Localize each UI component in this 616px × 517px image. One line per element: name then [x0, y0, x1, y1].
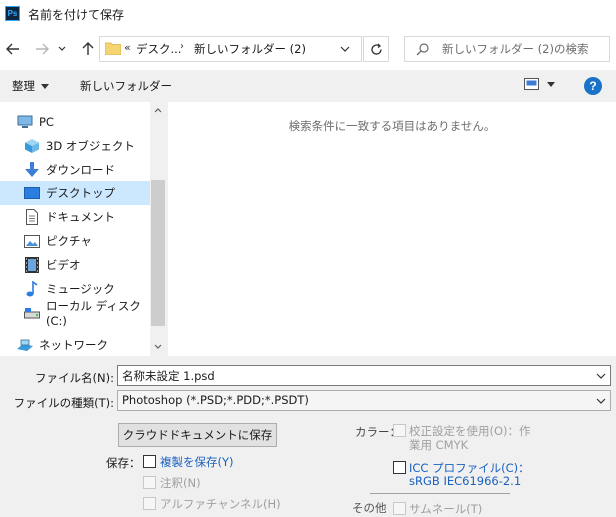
video-icon — [24, 257, 40, 273]
section-divider — [370, 493, 510, 494]
tree-item-label: PC — [39, 115, 54, 129]
proof-setup-checkbox[interactable] — [393, 424, 406, 437]
tree-item-label: ミュージック — [46, 282, 115, 296]
tree-item-label: ビデオ — [46, 258, 81, 272]
recent-locations-button[interactable] — [55, 38, 69, 60]
help-icon[interactable]: ? — [584, 77, 602, 95]
arrow-up-icon — [82, 42, 94, 55]
organize-button[interactable]: 整理 — [12, 78, 49, 94]
tree-item-documents[interactable]: ドキュメント — [0, 205, 150, 229]
pc-icon — [17, 114, 33, 130]
nav-pane-scroll-thumb[interactable] — [151, 180, 165, 326]
window-title: 名前を付けて保存 — [28, 8, 125, 22]
tree-item-pictures[interactable]: ピクチャ — [0, 229, 150, 253]
chevron-down-icon — [58, 46, 66, 51]
filename-label: ファイル名(N): — [35, 371, 114, 385]
thumbnail-checkbox[interactable] — [393, 502, 406, 515]
folder-icon — [105, 42, 121, 55]
filetype-select[interactable]: Photoshop (*.PSD;*.PDD;*.PSDT) — [117, 390, 611, 411]
tree-item-downloads[interactable]: ダウンロード — [0, 158, 150, 182]
file-list[interactable] — [168, 102, 616, 356]
alpha-channels-label: アルファチャンネル(H) — [160, 497, 281, 511]
filetype-value: Photoshop (*.PSD;*.PDD;*.PSDT) — [122, 393, 309, 407]
tree-item-network[interactable]: ネットワーク — [0, 333, 150, 356]
scroll-down-icon[interactable] — [150, 339, 166, 353]
address-dropdown-button[interactable] — [331, 37, 359, 61]
filename-input[interactable]: 名称未設定 1.psd — [117, 365, 611, 386]
navigation-pane[interactable]: PC 3D オブジェクト ダウンロード デスクトップ ドキュメント ピクチャ ビ… — [0, 102, 166, 356]
proof-setup-label-line2: 業用 CMYK — [409, 438, 469, 452]
filename-value: 名称未設定 1.psd — [122, 369, 215, 383]
notes-checkbox[interactable] — [143, 476, 156, 489]
photoshop-logo-icon: Ps — [5, 6, 20, 21]
refresh-button[interactable] — [363, 36, 389, 62]
tree-item-label: 3D オブジェクト — [46, 139, 135, 153]
tree-item-label: ローカル ディスク (C:) — [46, 299, 141, 328]
icc-profile-name: sRGB IEC61966-2.1 — [409, 474, 522, 488]
arrow-right-icon — [36, 43, 49, 55]
view-mode-icon — [524, 78, 539, 90]
music-icon — [24, 281, 40, 297]
local-disk-icon — [24, 305, 40, 321]
chevron-down-icon — [596, 398, 606, 404]
tree-item-label: ピクチャ — [46, 234, 92, 248]
address-segment-current[interactable]: 新しいフォルダー (2) — [194, 41, 306, 57]
tree-item-label: ダウンロード — [46, 163, 115, 177]
save-copy-checkbox[interactable] — [143, 455, 156, 468]
tree-item-desktop[interactable]: デスクトップ — [0, 181, 150, 205]
pictures-icon — [24, 233, 40, 249]
tree-item-label: ドキュメント — [46, 210, 115, 224]
chevron-down-icon — [340, 46, 350, 52]
icc-profile-checkbox[interactable] — [393, 461, 406, 474]
refresh-icon — [370, 43, 382, 55]
3d-objects-icon — [24, 138, 40, 154]
new-folder-button[interactable]: 新しいフォルダー — [80, 78, 172, 94]
up-button[interactable] — [77, 38, 99, 60]
scroll-up-icon[interactable] — [150, 103, 166, 117]
address-overflow[interactable]: « — [124, 41, 131, 54]
tree-item-local-disk[interactable]: ローカル ディスク (C:) — [0, 299, 150, 328]
search-icon — [416, 43, 429, 56]
filetype-label: ファイルの種類(T): — [13, 396, 114, 410]
save-to-cloud-button[interactable]: クラウドドキュメントに保存 — [118, 423, 277, 447]
change-view-button[interactable] — [524, 78, 555, 90]
tree-item-label: デスクトップ — [46, 186, 115, 200]
filetype-dropdown-button[interactable] — [592, 391, 610, 410]
tree-item-videos[interactable]: ビデオ — [0, 253, 150, 277]
back-button[interactable] — [2, 38, 24, 60]
address-separator[interactable]: › — [180, 41, 184, 52]
caret-down-icon — [547, 81, 555, 87]
chevron-down-icon — [596, 373, 606, 379]
organize-label: 整理 — [12, 79, 35, 93]
other-options-label: その他 — [352, 501, 387, 515]
empty-results-message: 検索条件に一致する項目はありません。 — [288, 119, 496, 133]
caret-down-icon — [41, 83, 49, 89]
desktop-icon — [24, 185, 40, 201]
tree-item-3d-objects[interactable]: 3D オブジェクト — [0, 134, 150, 158]
arrow-left-icon — [6, 43, 19, 55]
network-icon — [17, 337, 33, 353]
tree-item-pc[interactable]: PC — [0, 110, 150, 134]
download-icon — [24, 162, 40, 178]
address-segment-desktop[interactable]: デスク... — [136, 41, 181, 57]
thumbnail-label: サムネール(T) — [409, 502, 483, 516]
tree-item-label: ネットワーク — [39, 338, 108, 352]
document-icon — [24, 209, 40, 225]
forward-button[interactable] — [31, 38, 53, 60]
save-copy-label[interactable]: 複製を保存(Y) — [160, 454, 234, 470]
save-options-label: 保存： — [106, 456, 141, 470]
filename-dropdown-button[interactable] — [592, 366, 610, 385]
notes-label: 注釈(N) — [160, 476, 201, 490]
search-placeholder: 新しいフォルダー (2)の検索 — [442, 42, 589, 56]
alpha-channels-checkbox[interactable] — [143, 497, 156, 510]
